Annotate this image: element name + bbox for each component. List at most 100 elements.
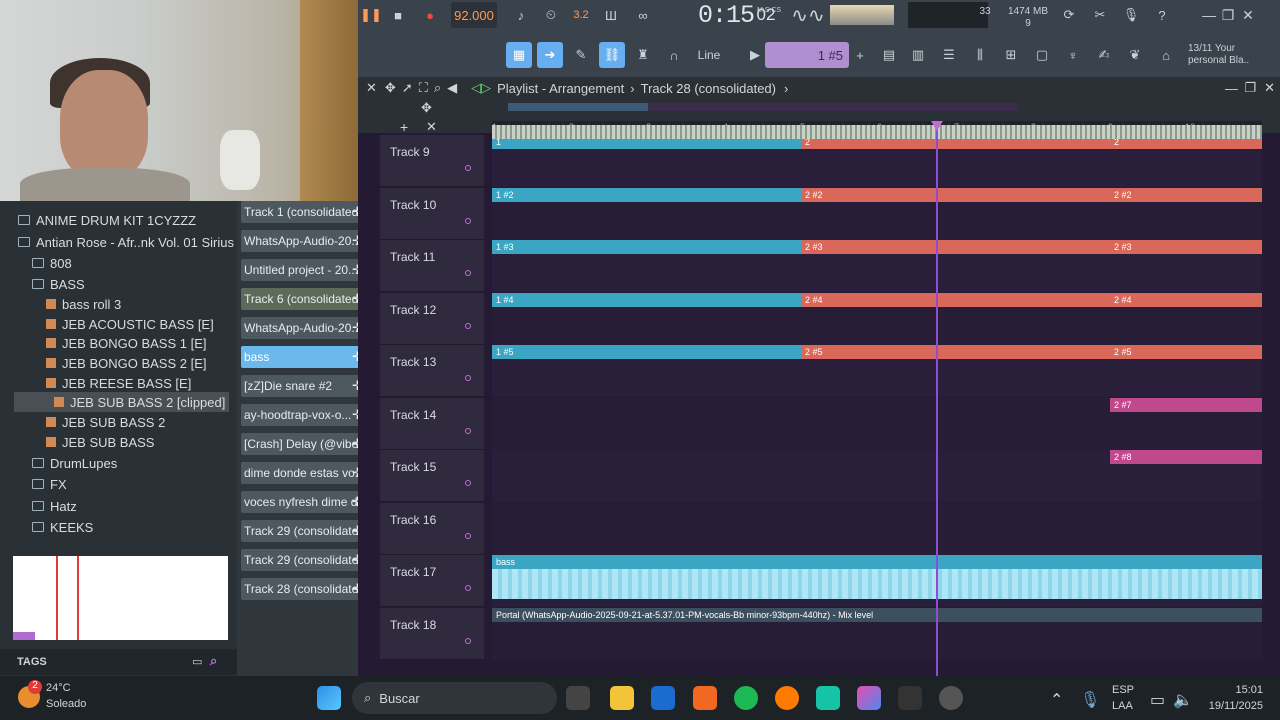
- windows-start-icon[interactable]: [317, 686, 341, 710]
- overview-scroll[interactable]: [508, 103, 1018, 111]
- pointer-icon[interactable]: ➚: [402, 80, 413, 96]
- track-ref[interactable]: Track 28 (consolidated): [641, 81, 776, 96]
- speaker-icon[interactable]: ◀: [447, 80, 457, 96]
- pattern-clip[interactable]: 2 #2: [1110, 187, 1262, 202]
- playlist-icon[interactable]: ▤: [876, 42, 902, 68]
- channel-item[interactable]: ay-hoodtrap-vox-o...✛: [241, 404, 367, 426]
- live-icon[interactable]: [816, 686, 840, 710]
- wait-icon[interactable]: ⏲: [538, 2, 564, 28]
- channel-item[interactable]: Track 29 (consolidate...✛: [241, 520, 367, 542]
- pause-icon[interactable]: ❚❚: [358, 2, 384, 28]
- track-header[interactable]: Track 11: [380, 240, 484, 292]
- tray-chevron-icon[interactable]: ⌃: [1050, 690, 1063, 710]
- loop-record-icon[interactable]: ∞: [630, 2, 656, 28]
- remove-icon[interactable]: ✕: [426, 119, 437, 135]
- browser-item[interactable]: JEB SUB BASS 2: [46, 412, 165, 432]
- link-icon[interactable]: ⛓: [599, 42, 625, 68]
- channel-item[interactable]: [Crash] Delay (@vibe...✛: [241, 433, 367, 455]
- obs-icon[interactable]: [939, 686, 963, 710]
- track-header[interactable]: Track 12: [380, 292, 484, 345]
- stop-icon[interactable]: ■: [385, 2, 411, 28]
- track-mute-icon[interactable]: [465, 375, 471, 381]
- record-icon[interactable]: ●: [417, 2, 443, 28]
- piano-roll-icon[interactable]: ▥: [905, 42, 931, 68]
- cut-icon[interactable]: ✂: [1087, 2, 1113, 28]
- close-playlist-icon[interactable]: ✕: [366, 80, 377, 96]
- track-mute-icon[interactable]: [465, 270, 471, 276]
- shop-icon[interactable]: ⌂: [1153, 42, 1179, 68]
- track-mute-icon[interactable]: [465, 165, 471, 171]
- channel-item[interactable]: Track 29 (consolidate...✛: [241, 549, 367, 571]
- play-pattern-icon[interactable]: ▶: [745, 42, 765, 68]
- store-icon[interactable]: [651, 686, 675, 710]
- pattern-clip[interactable]: 2 #2: [801, 187, 1110, 202]
- taskview-icon[interactable]: [566, 686, 590, 710]
- track-lane[interactable]: [492, 502, 1262, 555]
- track-mute-icon[interactable]: [465, 217, 471, 224]
- channel-item[interactable]: bass✛: [241, 346, 367, 368]
- pattern-clip[interactable]: 1 #2: [492, 187, 801, 202]
- pattern-clip[interactable]: 2 #3: [801, 240, 1110, 254]
- stamp-icon[interactable]: ♜: [630, 42, 656, 68]
- tray-mic-icon[interactable]: 🎙: [1080, 690, 1100, 710]
- pattern-clip[interactable]: 2 #4: [801, 292, 1110, 307]
- pattern-clip[interactable]: 2 #3: [1110, 240, 1262, 254]
- pattern-clip[interactable]: 2 #8: [1110, 450, 1262, 464]
- browser-item[interactable]: bass roll 3: [46, 294, 121, 314]
- master-volume[interactable]: [830, 5, 894, 25]
- channel-item[interactable]: Track 6 (consolidated)✛: [241, 288, 367, 310]
- browser-item[interactable]: DrumLupes: [32, 453, 117, 473]
- browser-item[interactable]: 808: [32, 253, 72, 273]
- browser-item[interactable]: JEB SUB BASS 2 [clipped]: [14, 392, 229, 412]
- pattern-clip[interactable]: 1 #3: [492, 240, 801, 254]
- network-icon[interactable]: ▭: [1150, 690, 1165, 710]
- refresh-icon[interactable]: ⟳: [1056, 2, 1082, 28]
- arrangement-icon[interactable]: ◁▷: [471, 80, 491, 96]
- channel-rack-icon[interactable]: ☰: [936, 42, 962, 68]
- pl-close-icon[interactable]: ✕: [1264, 80, 1275, 96]
- mic-icon[interactable]: 🎙: [1118, 2, 1144, 28]
- step-edit-icon[interactable]: Ш: [598, 2, 624, 28]
- arrow-icon[interactable]: ➔: [537, 42, 563, 68]
- track-header[interactable]: Track 17: [380, 555, 484, 607]
- browser-item[interactable]: JEB ACOUSTIC BASS [E]: [46, 314, 214, 334]
- channel-item[interactable]: [zZ]Die snare #2✛: [241, 375, 367, 397]
- channel-item[interactable]: Untitled project - 20...✛: [241, 259, 367, 281]
- weather-temp[interactable]: 24°C: [46, 682, 71, 694]
- channel-item[interactable]: voces nyfresh dime d...✛: [241, 491, 367, 513]
- browser-item[interactable]: Antian Rose - Afr..nk Vol. 01 Sirius: [18, 232, 234, 252]
- waveform-preview[interactable]: [13, 556, 228, 640]
- track-mute-icon[interactable]: [465, 480, 471, 486]
- hint-panel[interactable]: 13/11 Your personal Bla..: [1188, 42, 1258, 68]
- add-pattern-icon[interactable]: +: [847, 42, 873, 68]
- pattern-mode-icon[interactable]: 3.2: [568, 2, 594, 28]
- spotify-icon[interactable]: [734, 686, 758, 710]
- overview-icon[interactable]: ✥: [421, 100, 432, 116]
- channel-item[interactable]: WhatsApp-Audio-20...✛: [241, 317, 367, 339]
- zoom-icon[interactable]: ⌕: [434, 80, 441, 96]
- channel-item[interactable]: Track 1 (consolidated)✛: [241, 201, 367, 223]
- add-track-icon[interactable]: +: [400, 119, 408, 135]
- pattern-clip[interactable]: 2 #5: [801, 345, 1110, 359]
- pl-maximize-icon[interactable]: ❐: [1244, 80, 1256, 96]
- help-icon[interactable]: ?: [1149, 2, 1175, 28]
- track-mute-icon[interactable]: [465, 585, 471, 591]
- snap-selector[interactable]: Line: [680, 42, 738, 68]
- channel-item[interactable]: Track 28 (consolidate...✛: [241, 578, 367, 600]
- time-display[interactable]: 0:15: [691, 1, 761, 30]
- app-icon[interactable]: [898, 686, 922, 710]
- pattern-clip[interactable]: 1 #5: [492, 345, 801, 359]
- playhead-marker-icon[interactable]: [931, 121, 943, 131]
- pl-minimize-icon[interactable]: —: [1225, 81, 1238, 96]
- touch-icon[interactable]: ✍: [1091, 42, 1117, 68]
- mixer-icon[interactable]: ⫼: [967, 42, 993, 68]
- fl-studio-icon[interactable]: [775, 686, 799, 710]
- select-icon[interactable]: ⛶: [419, 80, 428, 96]
- pattern-clip[interactable]: 1 #4: [492, 292, 801, 307]
- automation-clip[interactable]: Portal (WhatsApp-Audio-2025-09-21-at-5.3…: [492, 607, 1262, 622]
- pattern-clip[interactable]: 2 #5: [1110, 345, 1262, 359]
- track-mute-icon[interactable]: [465, 427, 471, 434]
- search-icon[interactable]: ⌕: [210, 653, 217, 669]
- lang-sub[interactable]: LAA: [1112, 700, 1133, 712]
- track-header[interactable]: Track 10: [380, 187, 484, 240]
